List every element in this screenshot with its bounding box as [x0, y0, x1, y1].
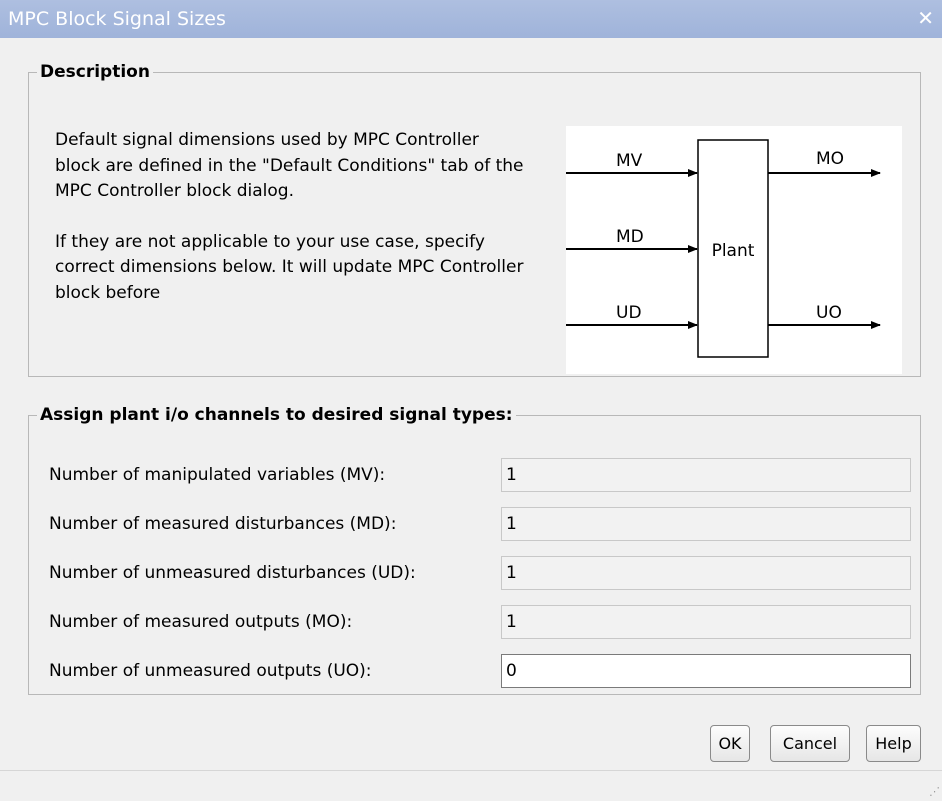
mo-count-input[interactable] — [501, 605, 911, 639]
mv-input-label: MV — [616, 151, 643, 171]
assign-legend: Assign plant i/o channels to desired sig… — [40, 405, 513, 425]
mo-output-label: MO — [816, 149, 844, 169]
plant-block-label: Plant — [712, 241, 755, 261]
description-group: Description Default signal dimensions us… — [28, 62, 921, 377]
title-bar: MPC Block Signal Sizes ✕ — [0, 0, 942, 38]
close-icon[interactable]: ✕ — [917, 6, 934, 30]
uo-label: Number of unmeasured outputs (UO): — [49, 661, 372, 681]
window-title: MPC Block Signal Sizes — [8, 8, 226, 30]
ud-input-label: UD — [616, 303, 642, 323]
plant-diagram: Plant MV MD UD MO UO — [566, 126, 902, 374]
resize-grip-icon[interactable]: ⋰ — [929, 785, 940, 798]
cancel-button[interactable]: Cancel — [770, 725, 850, 762]
mo-row: Number of measured outputs (MO): — [49, 605, 911, 639]
plant-diagram-svg: Plant MV MD UD MO UO — [566, 139, 881, 358]
ud-label: Number of unmeasured disturbances (UD): — [49, 563, 416, 583]
ud-row: Number of unmeasured disturbances (UD): — [49, 556, 911, 590]
ud-count-input[interactable] — [501, 556, 911, 590]
uo-count-input[interactable] — [501, 654, 911, 688]
help-button[interactable]: Help — [866, 725, 921, 762]
description-legend: Description — [40, 62, 150, 82]
uo-row: Number of unmeasured outputs (UO): — [49, 654, 911, 688]
md-row: Number of measured disturbances (MD): — [49, 507, 911, 541]
mv-label: Number of manipulated variables (MV): — [49, 465, 386, 485]
uo-output-label: UO — [816, 303, 842, 323]
assign-channels-group: Assign plant i/o channels to desired sig… — [28, 405, 921, 695]
mo-label: Number of measured outputs (MO): — [49, 612, 353, 632]
mv-count-input[interactable] — [501, 458, 911, 492]
md-count-input[interactable] — [501, 507, 911, 541]
mv-row: Number of manipulated variables (MV): — [49, 458, 911, 492]
md-input-label: MD — [616, 227, 644, 247]
description-paragraph-2: If they are not applicable to your use c… — [55, 231, 524, 303]
description-paragraph-1: Default signal dimensions used by MPC Co… — [55, 130, 524, 201]
status-bar: ⋰ — [0, 770, 942, 801]
ok-button[interactable]: OK — [710, 725, 750, 762]
md-label: Number of measured disturbances (MD): — [49, 514, 397, 534]
description-text: Default signal dimensions used by MPC Co… — [55, 128, 525, 306]
